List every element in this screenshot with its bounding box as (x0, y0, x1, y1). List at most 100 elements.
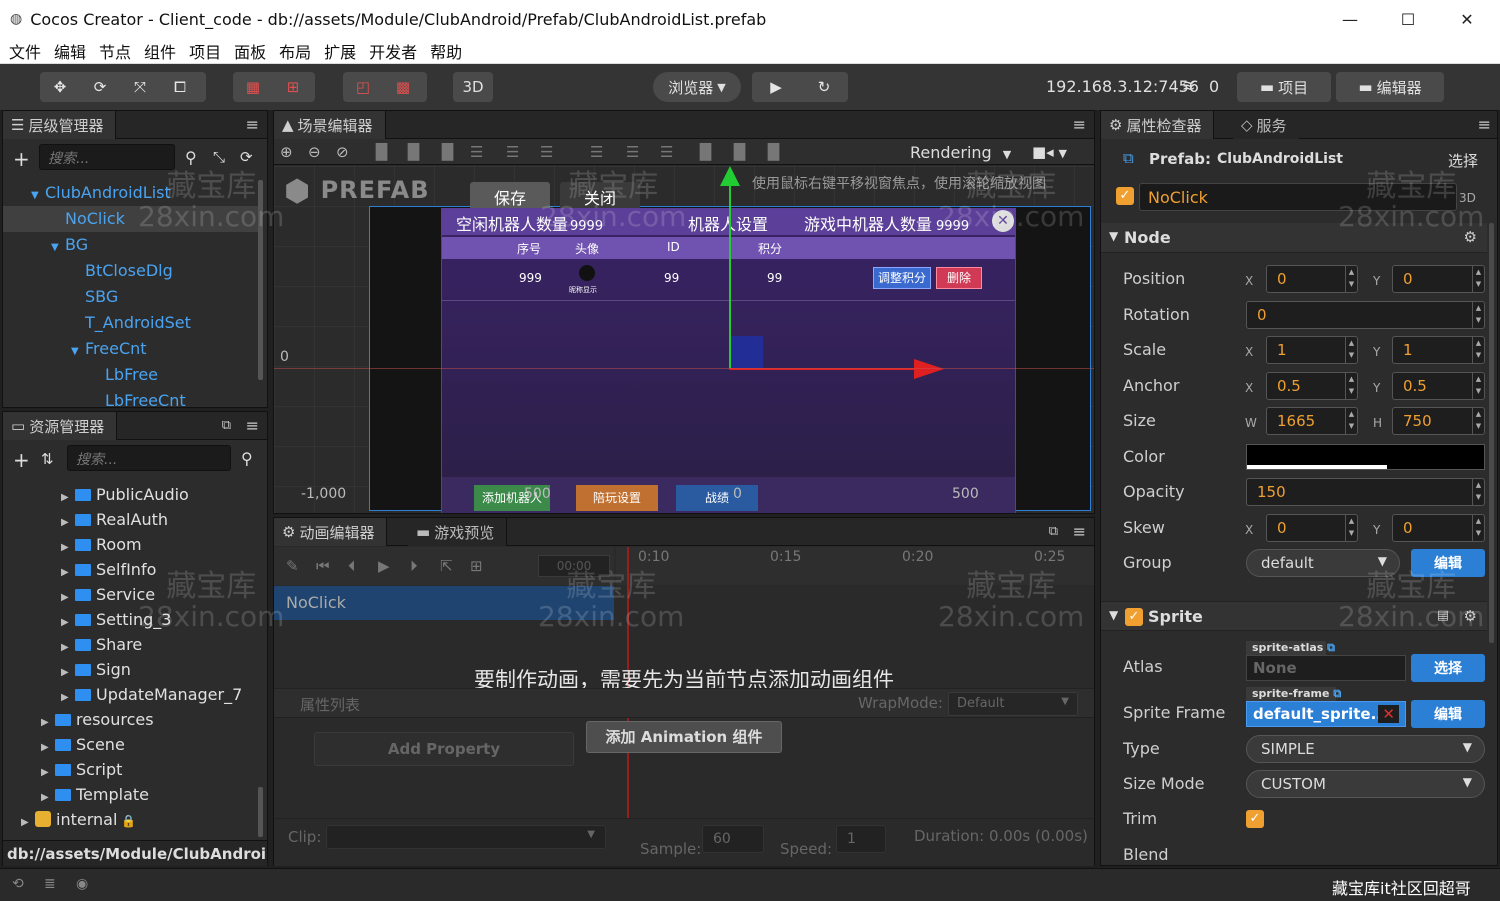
node-name-input[interactable]: NoClick (1139, 183, 1457, 211)
rotation-input[interactable]: 0 ▲ ▼ (1246, 301, 1485, 329)
snap-grid-icon[interactable]: ▩ (383, 72, 423, 102)
hierarchy-node[interactable]: SBG (3, 284, 259, 310)
prefab-select-button[interactable]: 选择 (1448, 150, 1478, 171)
asset-folder[interactable]: ▶ SelfInfo (3, 557, 259, 582)
search-icon[interactable]: ⚲ (241, 449, 253, 468)
tab-inspector[interactable]: ⚙ 属性检查器 (1101, 111, 1215, 139)
node-active-checkbox[interactable]: ✓ (1116, 187, 1134, 205)
menu-icon[interactable]: ≡ (246, 115, 259, 134)
popout-icon[interactable]: ⧉ (1049, 524, 1058, 539)
time-input[interactable]: 00:00 (538, 555, 610, 577)
menu-project[interactable]: 项目 (180, 39, 221, 63)
distribute-bottom-icon[interactable]: ☰ (660, 143, 673, 161)
database-icon[interactable]: ≣ (44, 876, 56, 892)
add-event-icon[interactable]: ⊞ (470, 557, 483, 575)
eye-icon[interactable]: ◉ (76, 876, 88, 892)
sprite-enabled-checkbox[interactable]: ✓ (1125, 608, 1143, 626)
color-swatch[interactable] (1246, 444, 1485, 470)
refresh-icon[interactable]: ⟳ (240, 148, 253, 166)
anchor-x-input[interactable]: 0.5 ▲ ▼ (1266, 372, 1358, 400)
hierarchy-node[interactable]: LbFreeCnt (3, 388, 259, 408)
asset-folder[interactable]: ▶ Script (3, 757, 259, 782)
scale-tool-icon[interactable]: ⤧ (120, 72, 160, 102)
search-icon[interactable]: ⚲ (185, 148, 197, 167)
add-animation-component-button[interactable]: 添加 Animation 组件 (586, 721, 782, 753)
refresh-icon[interactable]: ↻ (800, 72, 848, 102)
asset-folder[interactable]: ▶ Scene (3, 732, 259, 757)
assets-scrollbar[interactable] (258, 787, 263, 837)
distribute-middle-icon[interactable]: ☰ (626, 143, 639, 161)
stepper-icon[interactable]: ▲ ▼ (1345, 266, 1357, 292)
hierarchy-node[interactable]: ▼ BG (3, 232, 259, 258)
align-top-icon[interactable]: ☰ (470, 143, 483, 161)
size-h-input[interactable]: 750 ▲ ▼ (1392, 407, 1485, 435)
add-node-icon[interactable]: + (13, 147, 30, 171)
menu-icon[interactable]: ≡ (246, 416, 259, 435)
menu-panel[interactable]: 面板 (225, 39, 266, 63)
tab-scene[interactable]: ▲ 场景编辑器 (274, 111, 386, 139)
atlas-select-button[interactable]: 选择 (1411, 654, 1485, 682)
node-section-header[interactable]: ▼ Node ⚙ (1101, 223, 1487, 253)
sync-icon[interactable]: ⟲ (12, 876, 24, 892)
sample-input[interactable]: 60 (702, 825, 764, 853)
sprite-section-header[interactable]: ▼ ✓ Sprite ▤ ⚙ (1101, 601, 1487, 631)
asset-folder[interactable]: ▶ Setting_3 (3, 607, 259, 632)
gear-icon[interactable]: ⚙ (1464, 607, 1477, 625)
assets-search-input[interactable]: 搜索... (67, 445, 231, 471)
zoom-in-icon[interactable]: ⊕ (280, 143, 293, 161)
stepper-icon[interactable]: ▲ ▼ (1472, 266, 1484, 292)
sort-icon[interactable]: ⇅ (41, 450, 54, 468)
play-icon[interactable]: ▶ (752, 72, 800, 102)
rendering-dropdown[interactable]: Rendering ▼ (910, 143, 1011, 162)
open-editor-button[interactable]: ▬ 编辑器 (1336, 72, 1444, 102)
menu-icon[interactable]: ≡ (1478, 115, 1491, 134)
align-center-icon[interactable]: ▐▌ (402, 143, 425, 161)
align-bottom-icon[interactable]: ☰ (540, 143, 553, 161)
skew-x-input[interactable]: 0 ▲ ▼ (1266, 514, 1358, 542)
close-icon[interactable]: ✕ (1378, 705, 1399, 723)
sprite-frame-field[interactable]: default_sprite... ✕ (1246, 701, 1406, 727)
camera-icon[interactable]: ■◂ ▼ (1032, 143, 1067, 161)
scale-x-input[interactable]: 1 ▲ ▼ (1266, 336, 1358, 364)
anim-node-row[interactable]: NoClick (274, 586, 614, 620)
rect-tool-icon[interactable]: ⧠ (160, 72, 200, 102)
book-icon[interactable]: ▤ (1437, 608, 1449, 623)
stepper-icon[interactable]: ▲ ▼ (1472, 408, 1484, 434)
menu-file[interactable]: 文件 (0, 39, 41, 63)
maximize-button[interactable]: ☐ (1378, 0, 1438, 38)
asset-folder[interactable]: ▶ PublicAudio (3, 482, 259, 507)
asset-folder[interactable]: ▶ Share (3, 632, 259, 657)
rotate-tool-icon[interactable]: ⟳ (80, 72, 120, 102)
stepper-icon[interactable]: ▲ ▼ (1472, 373, 1484, 399)
local-icon[interactable]: ⊞ (273, 72, 313, 102)
align-middle-icon[interactable]: ☰ (506, 143, 519, 161)
hierarchy-node[interactable]: ▼ FreeCnt (3, 336, 259, 362)
move-tool-icon[interactable]: ✥ (40, 72, 80, 102)
distribute-top-icon[interactable]: ☰ (590, 143, 603, 161)
align-right-icon[interactable]: ▐▌ (436, 143, 459, 161)
distribute-left-icon[interactable]: ▐▌ (694, 143, 717, 161)
sprite-frame-edit-button[interactable]: 编辑 (1411, 700, 1485, 728)
stepper-icon[interactable]: ▲ ▼ (1472, 479, 1484, 505)
tab-animation[interactable]: ⚙ 动画编辑器 (274, 518, 388, 546)
expand-arrow-icon[interactable]: ▶ (41, 785, 55, 807)
menu-help[interactable]: 帮助 (421, 39, 462, 63)
stepper-icon[interactable]: ▲ ▼ (1472, 337, 1484, 363)
tab-hierarchy[interactable]: ☰ 层级管理器 (3, 111, 117, 139)
close-window-button[interactable]: ✕ (1437, 0, 1497, 38)
asset-folder[interactable]: ▶ UpdateManager_7 (3, 682, 259, 707)
wrapmode-select[interactable]: Default ▼ (948, 692, 1078, 716)
zoom-reset-icon[interactable]: ⊘ (336, 143, 349, 161)
collapse-icon[interactable]: ⤡ (213, 148, 225, 166)
scale-y-input[interactable]: 1 ▲ ▼ (1392, 336, 1485, 364)
hierarchy-node[interactable]: T_AndroidSet (3, 310, 259, 336)
snap-rect-icon[interactable]: ◰ (343, 72, 383, 102)
hierarchy-node[interactable]: NoClick (3, 206, 259, 232)
hierarchy-node[interactable]: BtCloseDlg (3, 258, 259, 284)
next-frame-icon[interactable]: ⏵ (410, 557, 418, 575)
hierarchy-search-input[interactable]: 搜索... (39, 144, 175, 170)
atlas-field[interactable]: None (1246, 655, 1406, 681)
inspector-scrollbar[interactable] (1489, 223, 1494, 643)
popout-icon[interactable]: ⧉ (222, 418, 231, 433)
asset-folder[interactable]: ▶ resources (3, 707, 259, 732)
